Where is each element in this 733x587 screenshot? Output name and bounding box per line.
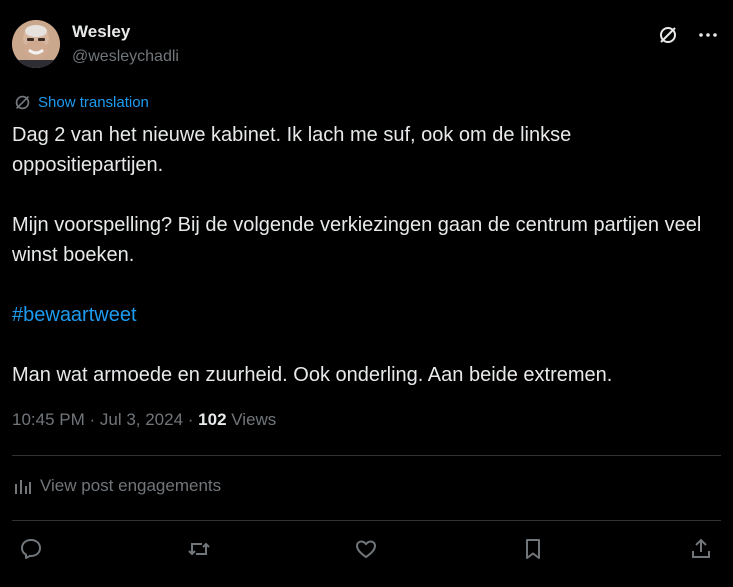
divider [12,455,721,456]
action-bar [0,536,733,566]
retweet-icon[interactable] [186,536,212,562]
tweet-header: Wesley @wesleychadli [12,18,733,74]
view-engagements-button[interactable]: View post engagements [14,476,221,496]
tweet-paragraph-3: Man wat armoede en zuurheid. Ook onderli… [12,364,613,386]
divider [12,520,721,521]
hashtag-link[interactable]: #bewaartweet [12,300,724,330]
like-icon[interactable] [353,536,379,562]
analytics-icon [15,480,31,494]
display-name[interactable]: Wesley [72,22,130,42]
share-icon[interactable] [688,536,714,562]
show-translation-button[interactable]: Show translation [14,94,149,111]
reply-icon[interactable] [18,536,44,562]
tweet-text: Dag 2 van het nieuwe kabinet. Ik lach me… [12,120,724,390]
translate-icon [15,95,30,110]
views-label: Views [226,410,277,429]
show-translation-label: Show translation [38,94,149,111]
tweet-date[interactable]: Jul 3, 2024 [100,410,183,429]
avatar[interactable] [12,20,60,68]
views-count: 102 [198,410,227,429]
tweet-paragraph-2: Mijn voorspelling? Bij de volgende verki… [12,214,702,266]
view-engagements-label: View post engagements [40,476,222,495]
grok-icon[interactable] [657,24,679,46]
tweet-card: Wesley @wesleychadli Show translation Da… [0,0,733,587]
header-actions [657,24,719,46]
tweet-time[interactable]: 10:45 PM [12,410,85,429]
bookmark-icon[interactable] [520,536,546,562]
user-handle[interactable]: @wesleychadli [72,48,179,66]
meta-separator: · [84,410,100,429]
more-icon[interactable] [697,24,719,46]
meta-separator: · [183,410,199,429]
tweet-paragraph-1: Dag 2 van het nieuwe kabinet. Ik lach me… [12,124,572,176]
tweet-meta: 10:45 PM · Jul 3, 2024 · 102 Views [12,410,276,430]
